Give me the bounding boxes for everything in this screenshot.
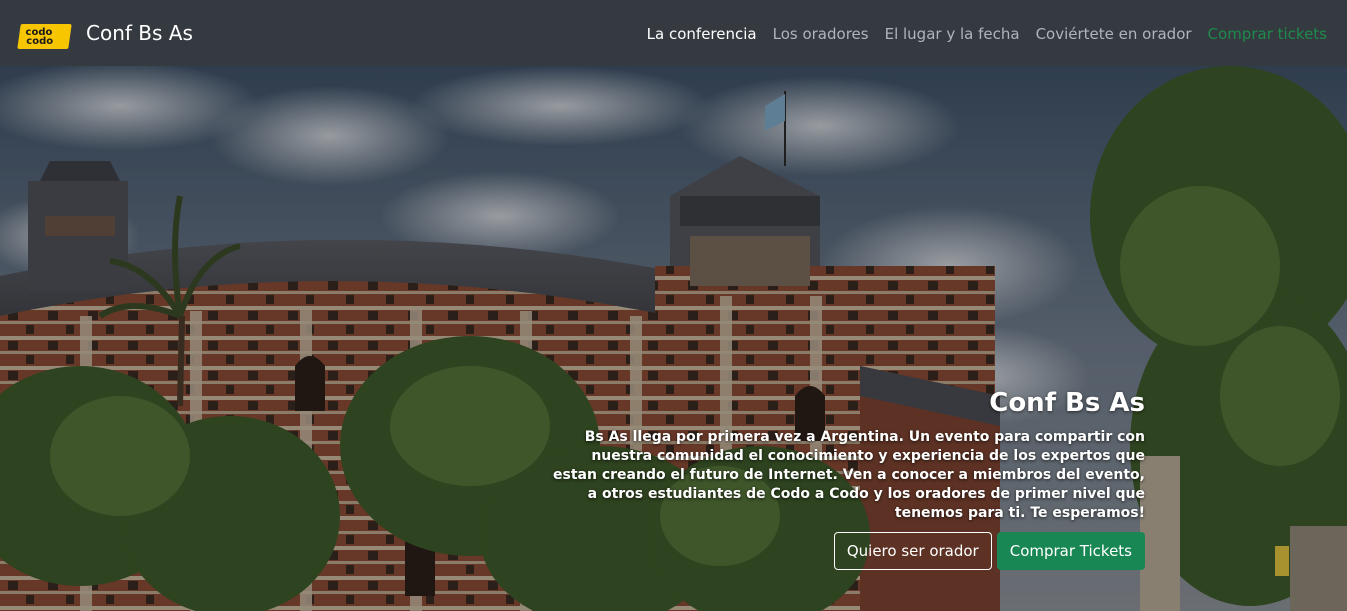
nav-links: La conferencia Los oradores El lugar y l… xyxy=(647,25,1327,43)
brand-link[interactable]: codo codo Conf Bs As xyxy=(17,18,193,49)
navbar: codo codo Conf Bs As La conferencia Los … xyxy=(0,0,1347,66)
comprar-tickets-button[interactable]: Comprar Tickets xyxy=(996,532,1145,570)
brand-title: Conf Bs As xyxy=(86,21,193,45)
nav-link-la-conferencia[interactable]: La conferencia xyxy=(647,25,757,43)
hero-description: Bs As llega por primera vez a Argentina.… xyxy=(553,429,1145,521)
quiero-ser-orador-button[interactable]: Quiero ser orador xyxy=(833,532,992,570)
hero-title: Conf Bs As xyxy=(989,388,1145,418)
hero-content: Conf Bs As Bs As llega por primera vez a… xyxy=(545,388,1145,570)
nav-link-los-oradores[interactable]: Los oradores xyxy=(773,25,869,43)
logo-text-line2: codo xyxy=(26,35,54,46)
logo-text-line1: codo xyxy=(25,26,53,37)
hero-buttons: Quiero ser orador Comprar Tickets xyxy=(545,532,1145,570)
codo-a-codo-logo: codo codo xyxy=(17,23,72,49)
nav-link-el-lugar-y-la-fecha[interactable]: El lugar y la fecha xyxy=(885,25,1020,43)
hero-section: Conf Bs As Bs As llega por primera vez a… xyxy=(0,66,1347,611)
nav-link-comprar-tickets[interactable]: Comprar tickets xyxy=(1208,25,1327,43)
nav-link-conviertete-en-orador[interactable]: Coviértete en orador xyxy=(1036,25,1192,43)
